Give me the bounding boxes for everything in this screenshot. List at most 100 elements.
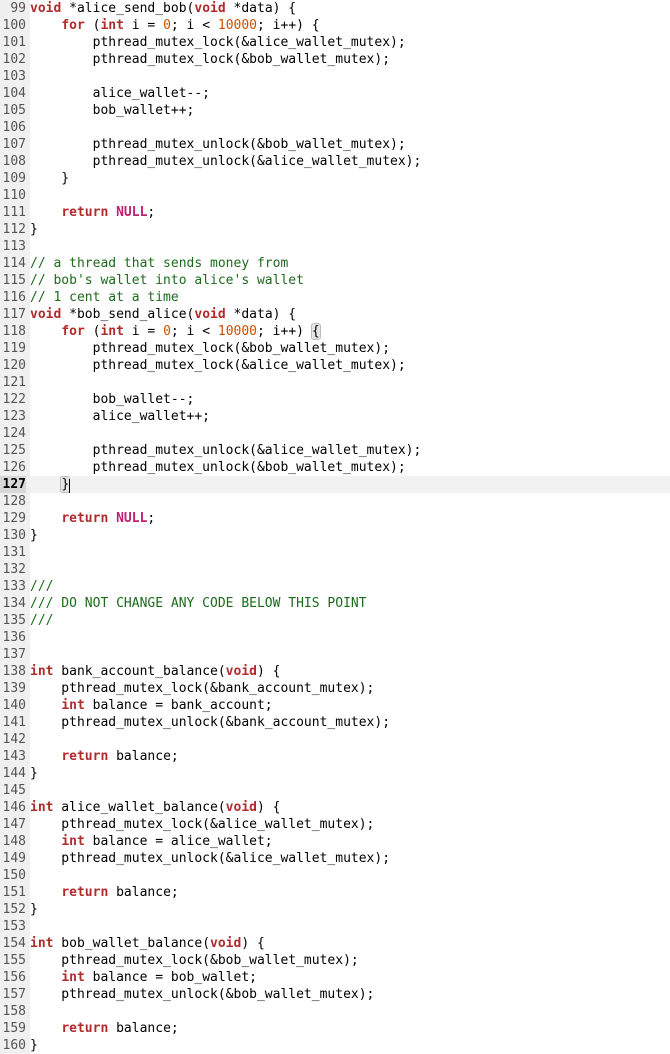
code-line[interactable]: } xyxy=(30,1037,670,1054)
code-line[interactable]: pthread_mutex_lock(&bob_wallet_mutex); xyxy=(30,952,670,969)
code-line[interactable]: for (int i = 0; i < 10000; i++) { xyxy=(30,17,670,34)
code-line[interactable]: pthread_mutex_lock(&bob_wallet_mutex); xyxy=(30,51,670,68)
code-line[interactable]: /// xyxy=(30,612,670,629)
line-number: 100 xyxy=(0,17,26,34)
line-number: 145 xyxy=(0,782,26,799)
code-line[interactable]: int bob_wallet_balance(void) { xyxy=(30,935,670,952)
token-plain: bank_account_balance( xyxy=(53,664,225,679)
token-plain xyxy=(108,205,116,220)
line-number: 137 xyxy=(0,646,26,663)
code-line[interactable]: return balance; xyxy=(30,884,670,901)
token-plain: *data) { xyxy=(226,1,296,16)
line-number: 121 xyxy=(0,374,26,391)
code-line[interactable] xyxy=(30,731,670,748)
code-line[interactable]: alice_wallet--; xyxy=(30,85,670,102)
code-line[interactable] xyxy=(30,68,670,85)
line-number: 105 xyxy=(0,102,26,119)
token-plain xyxy=(30,1021,61,1036)
token-kw: int xyxy=(61,834,84,849)
code-line[interactable]: pthread_mutex_unlock(&bob_wallet_mutex); xyxy=(30,136,670,153)
code-area[interactable]: void *alice_send_bob(void *data) { for (… xyxy=(30,0,670,1054)
token-plain: bob_wallet_balance( xyxy=(53,936,210,951)
code-line[interactable]: pthread_mutex_lock(&alice_wallet_mutex); xyxy=(30,816,670,833)
code-line[interactable] xyxy=(30,867,670,884)
code-line[interactable] xyxy=(30,561,670,578)
token-kw: int xyxy=(30,800,53,815)
code-line[interactable]: // 1 cent at a time xyxy=(30,289,670,306)
code-line[interactable]: } xyxy=(30,221,670,238)
code-line[interactable] xyxy=(30,782,670,799)
code-line[interactable]: bob_wallet--; xyxy=(30,391,670,408)
code-line[interactable]: // a thread that sends money from xyxy=(30,255,670,272)
token-kw: return xyxy=(61,205,108,220)
token-num: 10000 xyxy=(218,18,257,33)
code-line[interactable] xyxy=(30,646,670,663)
code-line[interactable]: int balance = bob_wallet; xyxy=(30,969,670,986)
code-line[interactable] xyxy=(30,493,670,510)
token-plain xyxy=(30,18,61,33)
token-kw: void xyxy=(30,1,61,16)
code-line[interactable] xyxy=(30,119,670,136)
token-cst: NULL xyxy=(116,205,147,220)
line-number: 139 xyxy=(0,680,26,697)
code-line[interactable]: pthread_mutex_lock(&bob_wallet_mutex); xyxy=(30,340,670,357)
code-line[interactable]: pthread_mutex_unlock(&alice_wallet_mutex… xyxy=(30,850,670,867)
code-line[interactable]: int bank_account_balance(void) { xyxy=(30,663,670,680)
line-number: 151 xyxy=(0,884,26,901)
code-line[interactable]: /// DO NOT CHANGE ANY CODE BELOW THIS PO… xyxy=(30,595,670,612)
code-line[interactable] xyxy=(30,425,670,442)
line-number: 133 xyxy=(0,578,26,595)
code-line[interactable] xyxy=(30,629,670,646)
code-line[interactable]: pthread_mutex_unlock(&bank_account_mutex… xyxy=(30,714,670,731)
code-line[interactable]: pthread_mutex_unlock(&bob_wallet_mutex); xyxy=(30,986,670,1003)
token-plain xyxy=(30,511,61,526)
code-line[interactable]: int balance = bank_account; xyxy=(30,697,670,714)
code-line[interactable]: void *alice_send_bob(void *data) { xyxy=(30,0,670,17)
code-line[interactable]: return balance; xyxy=(30,1020,670,1037)
code-line[interactable] xyxy=(30,374,670,391)
code-line[interactable] xyxy=(30,1003,670,1020)
code-line[interactable]: for (int i = 0; i < 10000; i++) { xyxy=(30,323,670,340)
code-line[interactable]: return balance; xyxy=(30,748,670,765)
code-line[interactable] xyxy=(30,544,670,561)
line-number: 146 xyxy=(0,799,26,816)
code-line[interactable]: pthread_mutex_unlock(&alice_wallet_mutex… xyxy=(30,442,670,459)
code-line[interactable]: } xyxy=(30,765,670,782)
line-number: 140 xyxy=(0,697,26,714)
code-line[interactable]: pthread_mutex_lock(&alice_wallet_mutex); xyxy=(30,34,670,51)
code-line[interactable]: pthread_mutex_lock(&bank_account_mutex); xyxy=(30,680,670,697)
code-line[interactable] xyxy=(30,918,670,935)
code-line[interactable]: pthread_mutex_lock(&alice_wallet_mutex); xyxy=(30,357,670,374)
code-editor[interactable]: 9910010110210310410510610710810911011111… xyxy=(0,0,670,1054)
code-line[interactable]: // bob's wallet into alice's wallet xyxy=(30,272,670,289)
line-number: 106 xyxy=(0,119,26,136)
line-number: 154 xyxy=(0,935,26,952)
code-line[interactable]: alice_wallet++; xyxy=(30,408,670,425)
code-line[interactable]: pthread_mutex_unlock(&bob_wallet_mutex); xyxy=(30,459,670,476)
code-line[interactable]: } xyxy=(30,476,670,493)
code-line[interactable]: } xyxy=(30,901,670,918)
code-line[interactable]: } xyxy=(30,170,670,187)
line-number: 102 xyxy=(0,51,26,68)
line-number: 131 xyxy=(0,544,26,561)
code-line[interactable]: return NULL; xyxy=(30,204,670,221)
line-number: 135 xyxy=(0,612,26,629)
code-line[interactable]: int balance = alice_wallet; xyxy=(30,833,670,850)
code-line[interactable]: int alice_wallet_balance(void) { xyxy=(30,799,670,816)
line-number: 153 xyxy=(0,918,26,935)
code-line[interactable] xyxy=(30,238,670,255)
line-number: 120 xyxy=(0,357,26,374)
code-line[interactable]: } xyxy=(30,527,670,544)
token-bracehl: { xyxy=(312,324,320,339)
code-line[interactable]: pthread_mutex_unlock(&alice_wallet_mutex… xyxy=(30,153,670,170)
code-line[interactable]: bob_wallet++; xyxy=(30,102,670,119)
code-line[interactable]: return NULL; xyxy=(30,510,670,527)
code-line[interactable] xyxy=(30,187,670,204)
token-plain: pthread_mutex_lock(&bob_wallet_mutex); xyxy=(30,341,390,356)
token-kw: return xyxy=(61,1021,108,1036)
code-line[interactable]: /// xyxy=(30,578,670,595)
line-number: 108 xyxy=(0,153,26,170)
code-line[interactable]: void *bob_send_alice(void *data) { xyxy=(30,306,670,323)
token-cmt: // a thread that sends money from xyxy=(30,256,288,271)
token-plain: alice_wallet++; xyxy=(30,409,210,424)
